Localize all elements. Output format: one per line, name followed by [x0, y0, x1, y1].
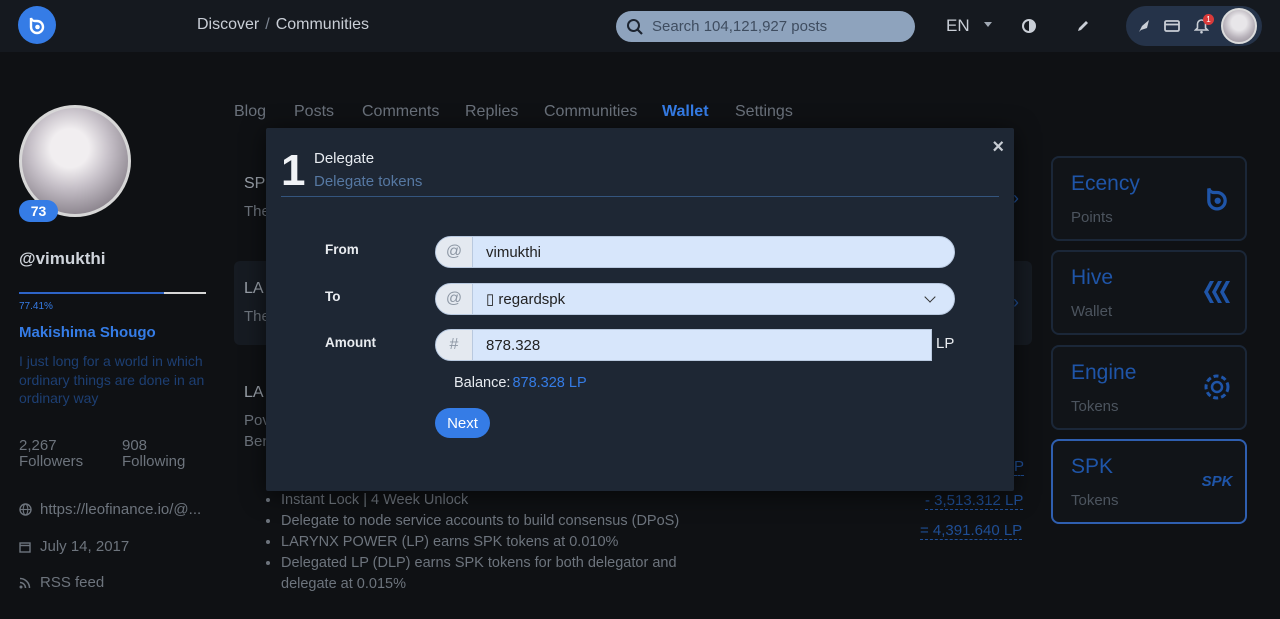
card-subtitle: Tokens	[1071, 398, 1119, 415]
rss-icon	[19, 577, 33, 589]
search-input[interactable]: Search 104,121,927 posts	[652, 18, 827, 35]
spk-row-title: SP	[244, 175, 266, 192]
step-number: 1	[281, 146, 306, 195]
profile-joined: July 14, 2017	[40, 538, 130, 555]
top-navbar: Discover / Communities Search 104,121,927 …	[0, 0, 1280, 52]
divider	[281, 196, 999, 197]
tab-communities[interactable]: Communities	[544, 103, 637, 121]
next-button[interactable]: Next	[435, 408, 490, 438]
card-subtitle: Tokens	[1071, 492, 1119, 509]
from-field[interactable]: @ vimukthi	[435, 236, 955, 268]
profile-display-name: Makishima Shougo	[19, 324, 156, 341]
profile-about: I just long for a world in which ordinar…	[19, 353, 205, 406]
card-title: SPK	[1071, 455, 1114, 478]
reputation-badge: 73	[19, 200, 58, 222]
profile-joined-row: July 14, 2017	[19, 538, 129, 555]
globe-icon	[19, 503, 33, 516]
followers-label: Followers	[19, 453, 84, 470]
rss-feed-row[interactable]: RSS feed	[19, 574, 104, 591]
followers-stat[interactable]: 2,267 Followers	[19, 438, 83, 470]
followers-count: 2,267	[19, 437, 57, 454]
hive-icon	[1199, 274, 1235, 310]
engine-icon	[1199, 369, 1235, 405]
lp-delegated-value[interactable]: - 3,513.312 LP	[925, 492, 1024, 510]
breadcrumb-discover[interactable]: Discover	[197, 16, 259, 33]
breadcrumb: Discover / Communities	[197, 16, 370, 33]
lp-value-partial[interactable]: P	[1014, 458, 1025, 476]
larynx-power-info-list: Instant Lock | 4 Week Unlock Delegate to…	[265, 490, 685, 595]
voting-power-fill	[19, 292, 164, 294]
amount-unit: LP	[936, 335, 955, 352]
to-select[interactable]: @ ▯ regardspk	[435, 283, 955, 315]
amount-input[interactable]: 878.328	[486, 337, 540, 354]
ecency-points-card[interactable]: Ecency Points	[1051, 156, 1247, 241]
card-title: Ecency	[1071, 172, 1140, 195]
ecency-icon	[1199, 180, 1235, 216]
amount-field[interactable]: # 878.328	[435, 329, 932, 361]
card-title: Hive	[1071, 266, 1114, 289]
breadcrumb-communities[interactable]: Communities	[276, 16, 369, 33]
hash-icon: #	[436, 330, 473, 360]
close-icon[interactable]: ×	[992, 136, 1004, 159]
card-title: Engine	[1071, 361, 1137, 384]
modal-title: Delegate	[314, 150, 375, 167]
list-item: LARYNX POWER (LP) earns SPK tokens at 0.…	[281, 532, 685, 553]
list-item: Delegate to node service accounts to bui…	[281, 511, 685, 532]
tab-replies[interactable]: Replies	[465, 103, 518, 121]
balance-label: Balance:	[454, 375, 511, 391]
from-input[interactable]: vimukthi	[486, 244, 541, 261]
tab-settings[interactable]: Settings	[735, 103, 793, 121]
lp-total-value[interactable]: = 4,391.640 LP	[920, 522, 1023, 540]
balance-value[interactable]: 878.328 LP	[512, 375, 586, 391]
search-bar[interactable]: Search 104,121,927 posts	[616, 11, 915, 42]
profile-website[interactable]: https://leofinance.io/@...	[40, 501, 201, 518]
card-subtitle: Wallet	[1071, 303, 1113, 320]
larynx-row-title: LA	[244, 280, 264, 297]
following-label: Following	[122, 453, 186, 470]
voting-power-percent: 77.41%	[19, 301, 53, 312]
chevron-down-icon[interactable]	[984, 22, 992, 27]
tab-posts[interactable]: Posts	[294, 103, 334, 121]
voting-power-bar	[19, 292, 206, 294]
larynx-power-title: LA	[244, 384, 264, 401]
language-selector[interactable]: EN	[946, 16, 970, 36]
spk-icon: SPK	[1201, 472, 1233, 490]
profile-username: @vimukthi	[19, 249, 106, 268]
pencil-icon[interactable]	[1073, 16, 1093, 36]
ecency-logo-icon[interactable]	[18, 6, 56, 44]
profile-website-row[interactable]: https://leofinance.io/@...	[19, 501, 201, 518]
notification-badge: 1	[1203, 14, 1214, 25]
modal-subtitle: Delegate tokens	[314, 173, 423, 190]
rocket-icon[interactable]	[1135, 16, 1155, 36]
at-icon: @	[436, 284, 473, 314]
balance-row: Balance: 878.328 LP	[454, 375, 587, 391]
delegate-modal: × 1 Delegate Delegate tokens From @ vimu…	[266, 128, 1014, 491]
wallet-icon[interactable]	[1162, 16, 1182, 36]
theme-toggle-icon[interactable]	[1019, 16, 1039, 36]
at-icon: @	[436, 237, 473, 267]
spk-tokens-card[interactable]: SPK Tokens SPK	[1051, 439, 1247, 524]
list-item: Instant Lock | 4 Week Unlock	[281, 490, 685, 511]
engine-tokens-card[interactable]: Engine Tokens	[1051, 345, 1247, 430]
to-selected-value[interactable]: ▯ regardspk	[486, 290, 565, 308]
to-label: To	[325, 289, 341, 304]
tab-wallet[interactable]: Wallet	[662, 103, 709, 121]
hive-wallet-card[interactable]: Hive Wallet	[1051, 250, 1247, 335]
chevron-down-icon[interactable]	[924, 291, 936, 303]
amount-label: Amount	[325, 335, 376, 350]
rss-feed-link[interactable]: RSS feed	[40, 574, 104, 591]
user-avatar[interactable]	[1221, 8, 1257, 44]
tab-blog[interactable]: Blog	[234, 103, 266, 121]
from-label: From	[325, 242, 359, 257]
search-icon	[627, 18, 643, 35]
tab-comments[interactable]: Comments	[362, 103, 439, 121]
following-stat[interactable]: 908 Following	[122, 438, 185, 470]
calendar-icon	[19, 541, 33, 553]
following-count: 908	[122, 437, 148, 454]
list-item: Delegated LP (DLP) earns SPK tokens for …	[281, 553, 685, 595]
card-subtitle: Points	[1071, 209, 1113, 226]
